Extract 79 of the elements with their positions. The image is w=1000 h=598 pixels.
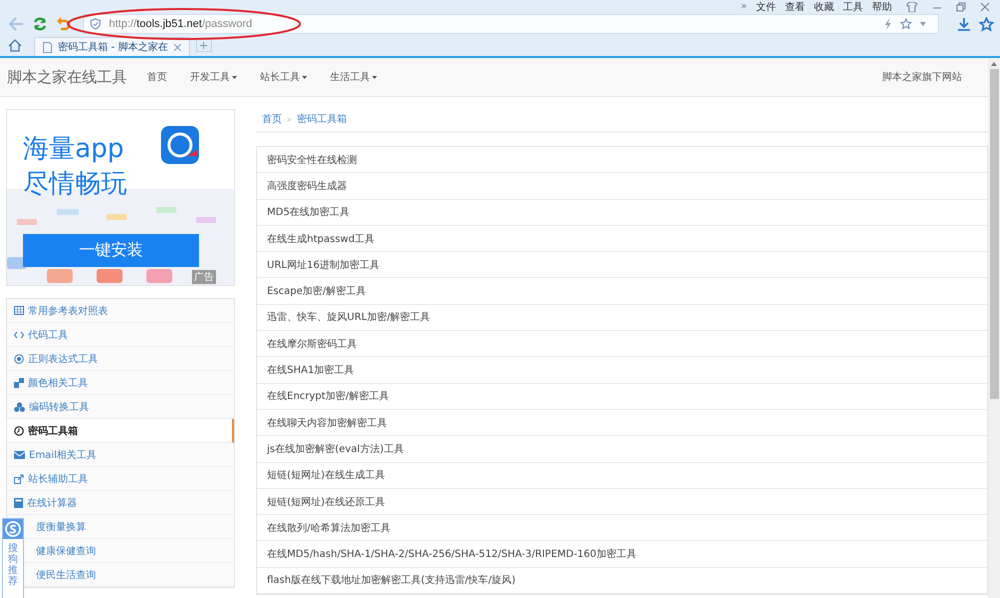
recommend-menu[interactable]: 搜狗推荐 (2, 518, 24, 598)
home-icon[interactable] (8, 39, 22, 52)
menu-item[interactable]: 查看 (785, 0, 805, 14)
tool-link[interactable]: MD5在线加密工具 (257, 200, 987, 226)
table-icon (14, 306, 24, 315)
caret-icon (372, 76, 377, 78)
breadcrumb-link[interactable]: 密码工具箱 (296, 112, 347, 126)
star-icon[interactable] (900, 18, 912, 30)
caret-icon[interactable] (920, 22, 926, 26)
app-icon (161, 126, 199, 164)
tool-link[interactable]: 密码安全性在线检测 (257, 147, 987, 174)
caret-icon (302, 76, 307, 78)
menu-item[interactable]: 工具 (843, 0, 863, 14)
ad-banner[interactable]: 海量app 尽情畅玩 一键安装 广告 (6, 109, 235, 286)
ad-headline: 海量app 尽情畅玩 (23, 133, 127, 201)
tool-link[interactable]: 在线MD5/hash/SHA-1/SHA-2/SHA-256/SHA-512/SHA-3/RIPEMD-160加密工具 (257, 541, 987, 568)
nav-link[interactable]: 首页 (147, 70, 167, 84)
clock-icon (14, 426, 24, 436)
nav-link[interactable]: 开发工具 (190, 70, 237, 84)
tool-link[interactable]: Escape加密/解密工具 (257, 278, 987, 305)
code-icon (14, 330, 24, 338)
download-icon[interactable] (957, 17, 971, 31)
tool-link[interactable]: 高强度密码生成器 (257, 173, 987, 200)
address-bar[interactable]: http://tools.jb51.net/password (83, 14, 939, 34)
envelope-icon (14, 450, 25, 458)
tool-link[interactable]: js在线加密解密(eval方法)工具 (257, 436, 987, 463)
menu-item[interactable]: 收藏 (814, 0, 834, 14)
shirt-icon[interactable] (906, 2, 918, 12)
scrollbar-thumb[interactable] (990, 69, 998, 399)
shield-icon (90, 18, 101, 30)
refresh-icon[interactable] (32, 16, 48, 32)
browser-tab[interactable]: 密码工具箱 - 脚本之家在 (34, 37, 190, 56)
sidebar-item[interactable]: 正则表达式工具 (7, 347, 234, 371)
sidebar-item[interactable]: 代码工具 (7, 323, 234, 347)
squares-icon (14, 378, 24, 388)
nav-link[interactable]: 站长工具 (260, 70, 307, 84)
close-icon[interactable] (980, 2, 990, 12)
scrollbar[interactable] (988, 58, 1000, 598)
lightning-icon[interactable] (884, 18, 892, 30)
share-icon (14, 474, 24, 484)
page-icon (43, 42, 52, 52)
tool-link[interactable]: 在线生成htpasswd工具 (257, 226, 987, 252)
url-text: http://tools.jb51.net/password (109, 18, 252, 30)
sidebar-item[interactable]: 站长辅助工具 (7, 467, 234, 491)
new-tab-button[interactable] (196, 39, 212, 52)
caret-icon (232, 76, 237, 78)
sidebar-item[interactable]: 颜色相关工具 (7, 371, 234, 395)
sidebar-item[interactable]: Email相关工具 (7, 443, 234, 467)
breadcrumb-separator: » (287, 114, 292, 124)
menu-item[interactable]: 文件 (756, 0, 776, 14)
restore-icon[interactable] (956, 2, 966, 12)
sidebar-item[interactable]: 常用参考表对照表 (7, 299, 234, 323)
ad-label: 广告 (192, 270, 216, 284)
tool-link[interactable]: 在线散列/哈希算法加密工具 (257, 515, 987, 542)
scroll-up-icon[interactable] (991, 62, 997, 66)
breadcrumb-link[interactable]: 首页 (262, 112, 282, 126)
install-button[interactable]: 一键安装 (23, 234, 199, 267)
tool-link[interactable]: 在线Encrypt加密/解密工具 (257, 384, 987, 410)
nav-link[interactable]: 生活工具 (330, 70, 377, 84)
favorites-icon[interactable] (979, 16, 994, 32)
undo-icon[interactable] (56, 16, 71, 32)
site-brand[interactable]: 脚本之家在线工具 (7, 68, 127, 86)
tool-link[interactable]: URL网址16进制加密工具 (257, 252, 987, 278)
menu-item[interactable]: 帮助 (872, 0, 892, 14)
plus-icon (200, 42, 208, 49)
tool-link[interactable]: flash版在线下载地址加密解密工具(支持迅雷/快车/旋风) (257, 568, 987, 594)
sidebar-item[interactable]: 密码工具箱 (7, 419, 234, 443)
target-icon (14, 354, 24, 364)
tool-link[interactable]: 短链(短网址)在线生成工具 (257, 462, 987, 489)
tool-link[interactable]: 在线聊天内容加密解密工具 (257, 410, 987, 436)
tool-link[interactable]: 在线摩尔斯密码工具 (257, 331, 987, 358)
close-icon[interactable] (174, 44, 181, 50)
nav-link[interactable]: 脚本之家旗下网站 (882, 70, 962, 84)
more-button[interactable]: » (740, 1, 747, 12)
tool-link[interactable]: 迅雷、快车、旋风URL加密/解密工具 (257, 304, 987, 332)
sidebar-item[interactable]: 在线计算器 (7, 491, 234, 515)
tool-link[interactable]: 在线SHA1加密工具 (257, 357, 987, 384)
tool-link[interactable]: 短链(短网址)在线还原工具 (257, 488, 987, 516)
calculator-icon (14, 498, 23, 508)
